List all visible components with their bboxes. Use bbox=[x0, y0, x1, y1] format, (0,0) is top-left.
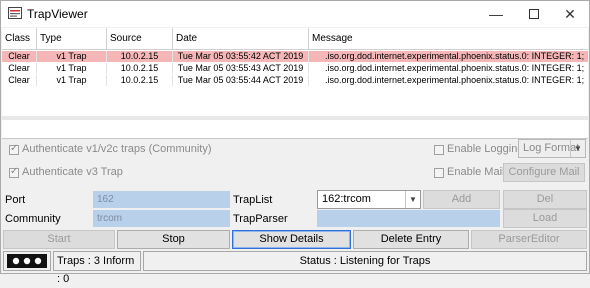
configure-mail-button[interactable]: Configure Mail bbox=[503, 163, 585, 182]
column-header-source[interactable]: Source bbox=[107, 28, 173, 49]
add-button[interactable]: Add bbox=[423, 190, 500, 209]
traplist-select[interactable]: 162:trcom ▼ bbox=[317, 190, 421, 209]
traplist-value: 162:trcom bbox=[322, 193, 371, 205]
start-button[interactable]: Start bbox=[3, 230, 115, 249]
column-header-type[interactable]: Type bbox=[37, 28, 107, 49]
cell-class: Clear bbox=[2, 63, 37, 74]
cell-message: .iso.org.dod.internet.experimental.phoen… bbox=[325, 63, 585, 73]
column-header-date[interactable]: Date bbox=[173, 28, 309, 49]
activity-indicator bbox=[3, 251, 51, 271]
auth-v1v2c-label: Authenticate v1/v2c traps (Community) bbox=[22, 143, 212, 155]
trapparser-label: TrapParser bbox=[233, 213, 288, 225]
auth-v1v2c-checkbox[interactable] bbox=[9, 143, 19, 155]
community-field[interactable]: trcom bbox=[93, 210, 230, 227]
cell-date: Tue Mar 05 03:55:44 ACT 2019 bbox=[173, 75, 309, 86]
app-icon bbox=[8, 7, 22, 19]
column-header-message[interactable]: Message bbox=[309, 28, 588, 49]
show-details-button[interactable]: Show Details bbox=[232, 230, 351, 249]
cell-date: Tue Mar 05 03:55:42 ACT 2019 bbox=[173, 51, 309, 62]
cell-type: v1 Trap bbox=[37, 75, 107, 86]
cell-type: v1 Trap bbox=[37, 51, 107, 62]
chevron-down-icon: ▼ bbox=[570, 140, 585, 157]
cell-type: v1 Trap bbox=[37, 63, 107, 74]
enable-logging-checkbox[interactable] bbox=[434, 145, 444, 155]
minimize-icon[interactable]: — bbox=[477, 1, 515, 27]
load-button[interactable]: Load bbox=[503, 209, 587, 228]
cell-source: 10.0.2.15 bbox=[107, 51, 173, 62]
close-icon[interactable]: ✕ bbox=[551, 1, 589, 27]
enable-logging-label: Enable Logging bbox=[447, 143, 524, 155]
title-bar[interactable]: TrapViewer — ✕ bbox=[1, 1, 589, 27]
window-title: TrapViewer bbox=[27, 7, 88, 21]
horizontal-scrollbar[interactable] bbox=[2, 116, 588, 120]
cell-message: .iso.org.dod.internet.experimental.phoen… bbox=[325, 51, 585, 61]
trap-count-status: Traps : 3 Inform : 0 bbox=[53, 251, 141, 285]
auth-v3-checkbox[interactable] bbox=[9, 166, 19, 178]
table-row[interactable]: Clear v1 Trap 10.0.2.15 Tue Mar 05 03:55… bbox=[2, 51, 588, 62]
auth-v3-label: Authenticate v3 Trap bbox=[22, 166, 123, 178]
log-format-select[interactable]: Log Format ▼ bbox=[518, 139, 586, 158]
parser-editor-button[interactable]: ParserEditor bbox=[471, 230, 587, 249]
trapparser-field[interactable] bbox=[317, 210, 500, 227]
maximize-icon[interactable] bbox=[515, 1, 553, 27]
activity-dots-icon bbox=[7, 254, 47, 268]
stop-button[interactable]: Stop bbox=[117, 230, 230, 249]
traplist-label: TrapList bbox=[233, 194, 273, 206]
table-row[interactable]: Clear v1 Trap 10.0.2.15 Tue Mar 05 03:55… bbox=[2, 63, 588, 74]
enable-mail-label: Enable Mail bbox=[447, 166, 505, 178]
cell-message: .iso.org.dod.internet.experimental.phoen… bbox=[325, 75, 585, 85]
status-message: Status : Listening for Traps bbox=[143, 251, 587, 271]
cell-class: Clear bbox=[2, 51, 37, 62]
trapviewer-window: TrapViewer — ✕ Class Type Source Date Me… bbox=[0, 0, 590, 285]
cell-class: Clear bbox=[2, 75, 37, 86]
enable-mail-checkbox[interactable] bbox=[434, 168, 444, 178]
table-row[interactable]: Clear v1 Trap 10.0.2.15 Tue Mar 05 03:55… bbox=[2, 75, 588, 86]
chevron-down-icon: ▼ bbox=[405, 191, 420, 208]
cell-source: 10.0.2.15 bbox=[107, 63, 173, 74]
cell-source: 10.0.2.15 bbox=[107, 75, 173, 86]
column-header-class[interactable]: Class bbox=[2, 28, 37, 49]
port-label: Port bbox=[5, 194, 26, 206]
trap-table[interactable]: Class Type Source Date Message Clear v1 … bbox=[2, 28, 588, 139]
table-header: Class Type Source Date Message bbox=[2, 28, 588, 50]
port-field[interactable]: 162 bbox=[93, 191, 230, 208]
delete-entry-button[interactable]: Delete Entry bbox=[353, 230, 469, 249]
cell-date: Tue Mar 05 03:55:43 ACT 2019 bbox=[173, 63, 309, 74]
del-button[interactable]: Del bbox=[503, 190, 587, 209]
community-label: Community bbox=[5, 213, 61, 225]
